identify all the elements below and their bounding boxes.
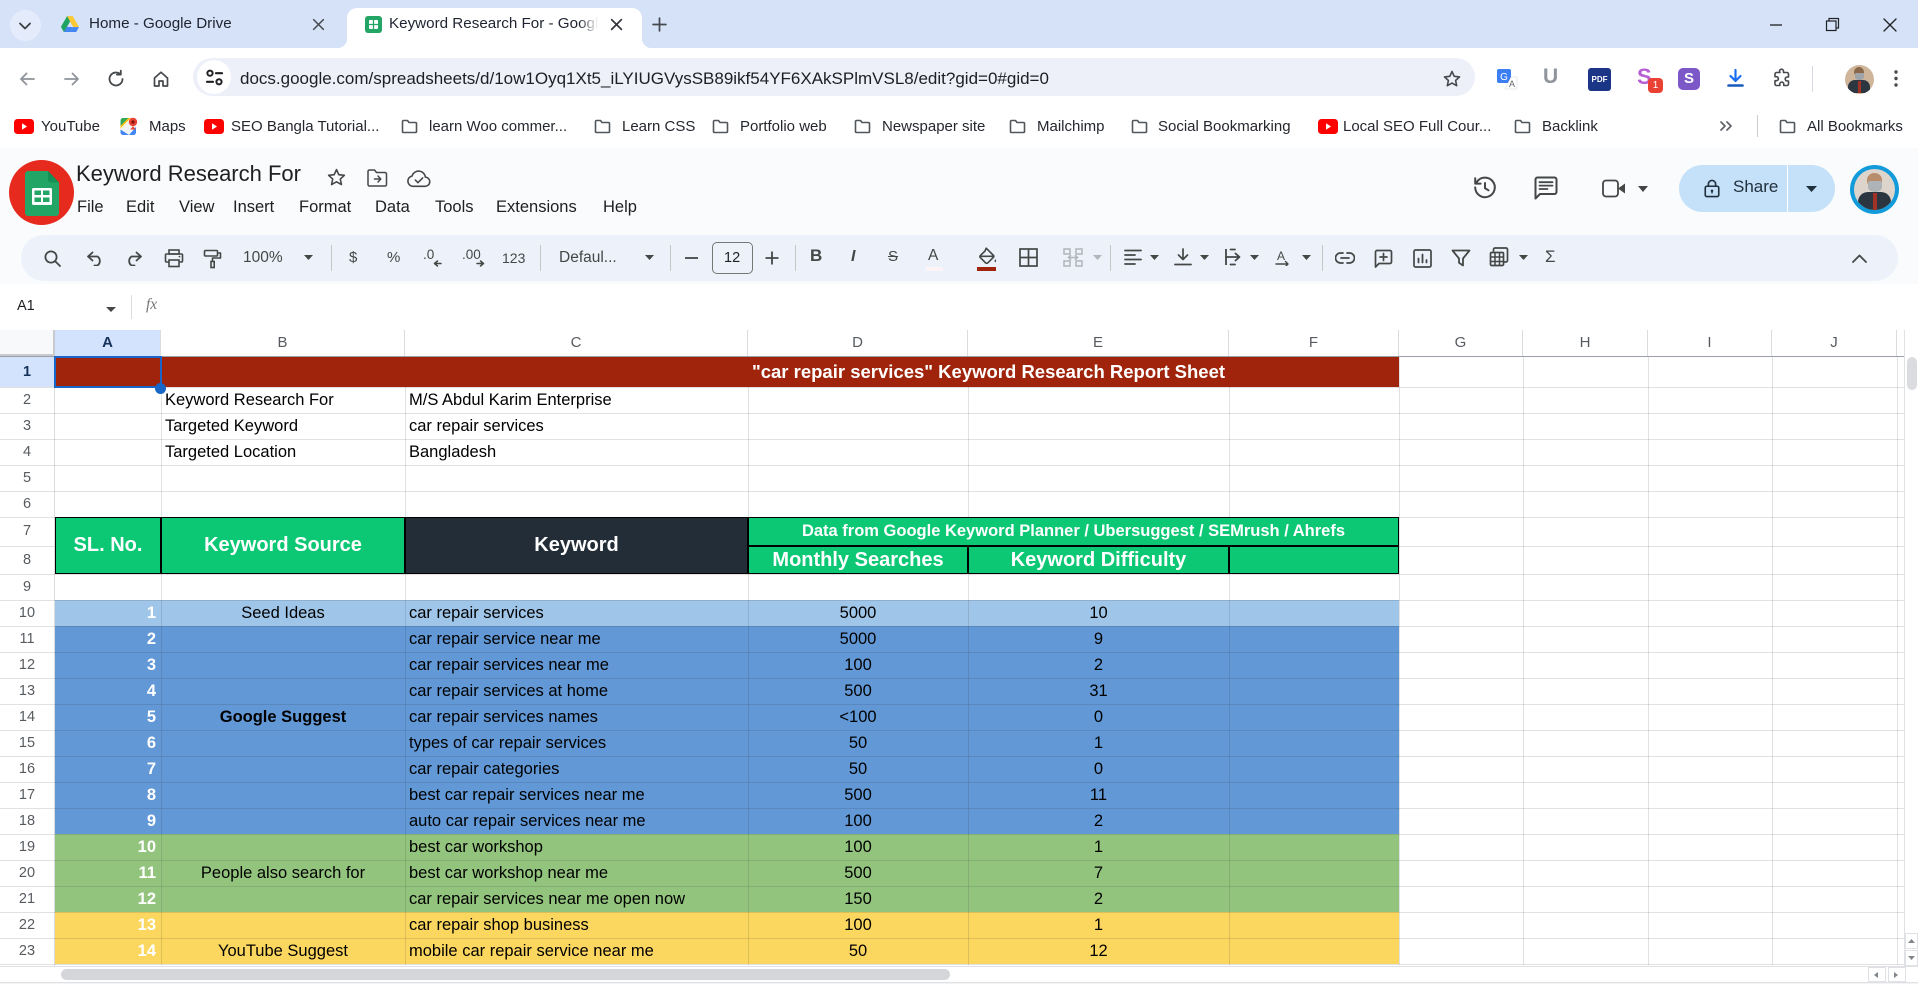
svg-text:A: A [1277, 249, 1285, 263]
svg-text:G: G [1500, 72, 1508, 83]
svg-text:A: A [1509, 79, 1515, 89]
